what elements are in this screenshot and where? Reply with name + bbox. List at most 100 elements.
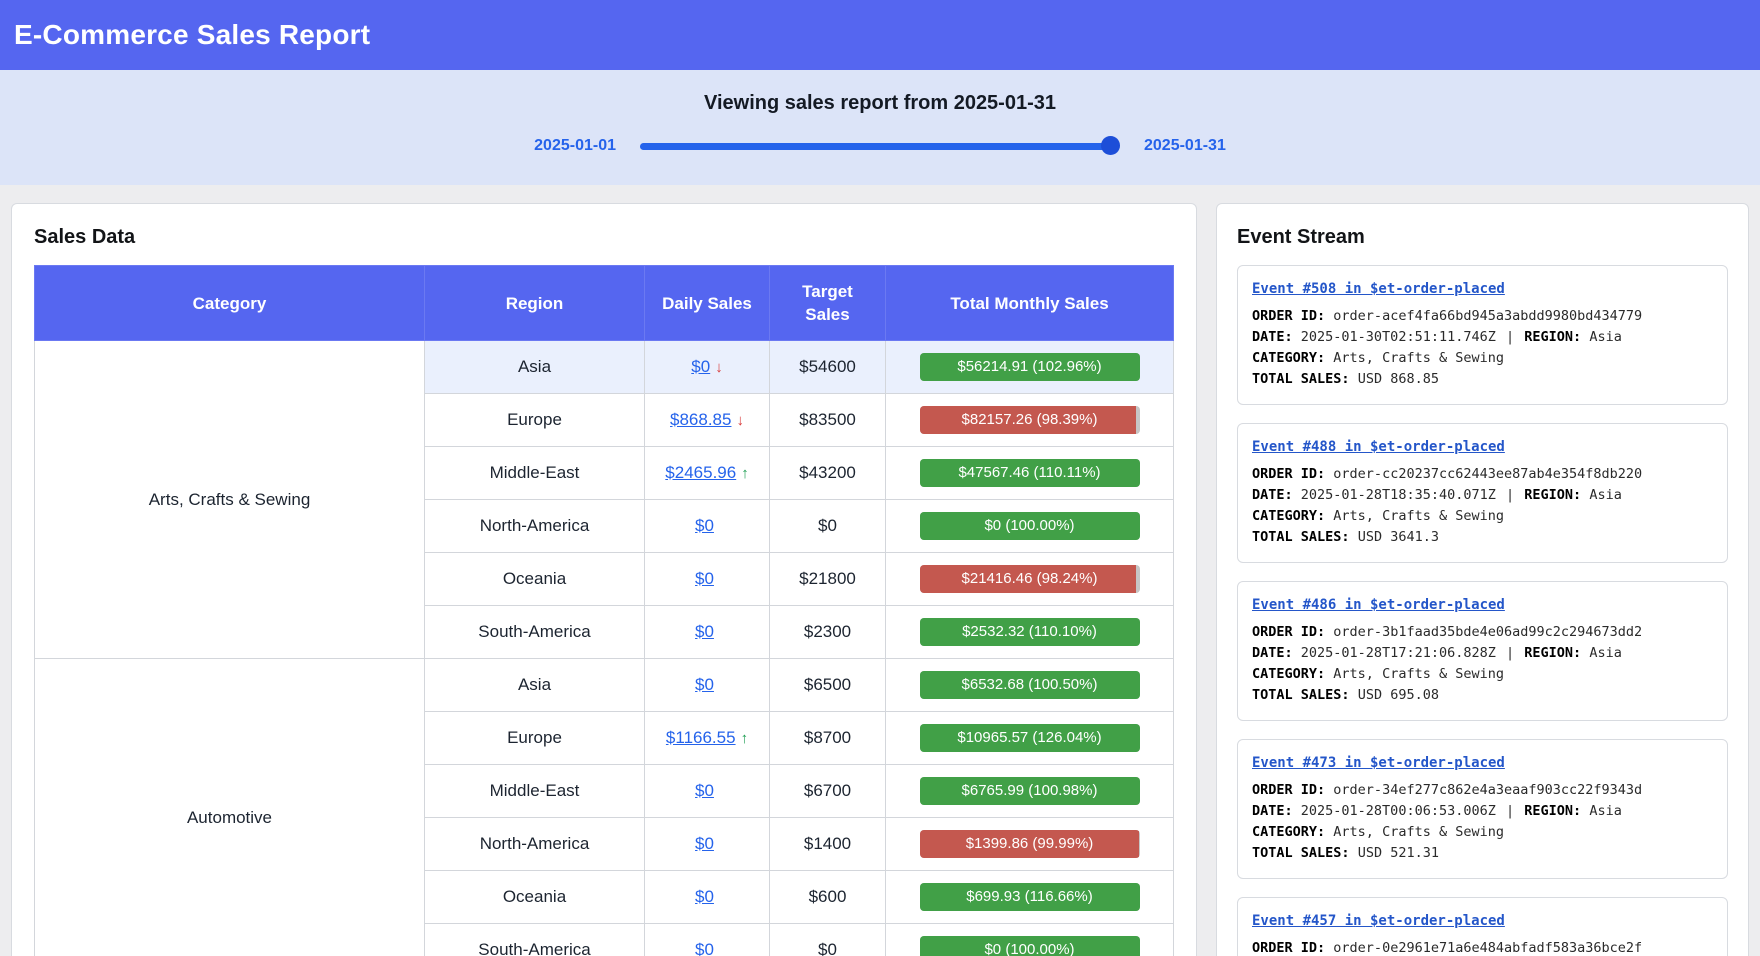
date-slider-fill <box>640 143 1110 150</box>
trend-arrow-icon: ↑ <box>741 730 749 747</box>
target-sales-cell: $43200 <box>770 447 886 500</box>
total-sales-cell: $0 (100.00%) <box>886 500 1174 553</box>
total-sales-cell: $0 (100.00%) <box>886 924 1174 956</box>
daily-sales-link[interactable]: $0 <box>695 834 714 853</box>
event-total-sales: TOTAL SALES: USD 3641.3 <box>1252 527 1713 548</box>
target-sales-cell: $2300 <box>770 606 886 659</box>
daily-sales-link[interactable]: $0 <box>695 781 714 800</box>
event-stream-heading: Event Stream <box>1237 226 1728 249</box>
app-header: E-Commerce Sales Report <box>0 0 1760 70</box>
target-sales-cell: $83500 <box>770 394 886 447</box>
event-card-partial: Event #457 in $et-order-placed ORDER ID:… <box>1237 897 1728 956</box>
daily-sales-link[interactable]: $2465.96 <box>665 463 736 482</box>
daily-sales-link[interactable]: $0 <box>695 675 714 694</box>
badge-label: $0 (100.00%) <box>920 936 1140 956</box>
region-cell: South-America <box>425 924 645 956</box>
col-header-region: Region <box>425 266 645 341</box>
daily-sales-link[interactable]: $0 <box>695 569 714 588</box>
total-sales-cell: $6532.68 (100.50%) <box>886 659 1174 712</box>
event-link[interactable]: Event #457 in $et-order-placed <box>1252 913 1505 929</box>
badge-label: $82157.26 (98.39%) <box>920 406 1140 434</box>
event-card: Event #486 in $et-order-placed ORDER ID:… <box>1237 581 1728 721</box>
daily-sales-cell: $0 <box>645 553 770 606</box>
event-link[interactable]: Event #488 in $et-order-placed <box>1252 439 1505 455</box>
slider-start-label: 2025-01-01 <box>534 137 616 155</box>
event-order-id: ORDER ID: order-0e2961e71a6e484abfadf583… <box>1252 938 1713 956</box>
daily-sales-cell: $868.85↓ <box>645 394 770 447</box>
monthly-sales-badge: $21416.46 (98.24%) <box>920 565 1140 593</box>
daily-sales-link[interactable]: $0 <box>695 516 714 535</box>
monthly-sales-badge: $82157.26 (98.39%) <box>920 406 1140 434</box>
event-date-region: DATE: 2025-01-28T00:06:53.006Z | REGION:… <box>1252 801 1713 822</box>
slider-end-label: 2025-01-31 <box>1144 137 1226 155</box>
daily-sales-cell: $2465.96↑ <box>645 447 770 500</box>
target-sales-cell: $21800 <box>770 553 886 606</box>
daily-sales-cell: $0 <box>645 500 770 553</box>
date-slider-thumb[interactable] <box>1101 136 1120 155</box>
daily-sales-cell: $1166.55 ↑ <box>645 712 770 765</box>
daily-sales-cell: $0 <box>645 606 770 659</box>
region-cell: Middle-East <box>425 765 645 818</box>
region-cell: Oceania <box>425 871 645 924</box>
daily-sales-link[interactable]: $0 <box>695 887 714 906</box>
monthly-sales-badge: $6765.99 (100.98%) <box>920 777 1140 805</box>
target-sales-cell: $6500 <box>770 659 886 712</box>
col-header-daily-sales: Daily Sales <box>645 266 770 341</box>
event-stream-card: Event Stream Event #508 in $et-order-pla… <box>1216 203 1749 956</box>
daily-sales-link[interactable]: $1166.55 <box>666 728 736 747</box>
event-total-sales: TOTAL SALES: USD 521.31 <box>1252 843 1713 864</box>
daily-sales-link[interactable]: $0 <box>695 622 714 641</box>
daily-sales-link[interactable]: $0 <box>691 357 710 376</box>
total-sales-cell: $82157.26 (98.39%) <box>886 394 1174 447</box>
region-cell: Middle-East <box>425 447 645 500</box>
monthly-sales-badge: $1399.86 (99.99%) <box>920 830 1140 858</box>
event-link[interactable]: Event #473 in $et-order-placed <box>1252 755 1505 771</box>
event-order-id: ORDER ID: order-cc20237cc62443ee87ab4e35… <box>1252 464 1713 485</box>
badge-label: $2532.32 (110.10%) <box>920 618 1140 646</box>
daily-sales-link[interactable]: $868.85 <box>670 410 731 429</box>
region-cell: Europe <box>425 712 645 765</box>
monthly-sales-badge: $56214.91 (102.96%) <box>920 353 1140 381</box>
event-total-sales: TOTAL SALES: USD 695.08 <box>1252 685 1713 706</box>
region-cell: North-America <box>425 500 645 553</box>
monthly-sales-badge: $0 (100.00%) <box>920 936 1140 956</box>
col-header-total-monthly-sales: Total Monthly Sales <box>886 266 1174 341</box>
daily-sales-cell: $0 <box>645 659 770 712</box>
event-link[interactable]: Event #508 in $et-order-placed <box>1252 281 1505 297</box>
total-sales-cell: $6765.99 (100.98%) <box>886 765 1174 818</box>
region-cell: South-America <box>425 606 645 659</box>
date-filter-bar: Viewing sales report from 2025-01-31 202… <box>0 70 1760 185</box>
date-slider[interactable] <box>640 143 1120 150</box>
event-order-id: ORDER ID: order-acef4fa66bd945a3abdd9980… <box>1252 306 1713 327</box>
event-card: Event #488 in $et-order-placed ORDER ID:… <box>1237 423 1728 563</box>
total-sales-cell: $1399.86 (99.99%) <box>886 818 1174 871</box>
event-card: Event #508 in $et-order-placed ORDER ID:… <box>1237 265 1728 405</box>
monthly-sales-badge: $6532.68 (100.50%) <box>920 671 1140 699</box>
table-row: Arts, Crafts & Sewing Asia $0↓ $54600 $5… <box>35 341 1174 394</box>
badge-label: $6532.68 (100.50%) <box>920 671 1140 699</box>
total-sales-cell: $2532.32 (110.10%) <box>886 606 1174 659</box>
monthly-sales-badge: $0 (100.00%) <box>920 512 1140 540</box>
event-date-region: DATE: 2025-01-30T02:51:11.746Z | REGION:… <box>1252 327 1713 348</box>
daily-sales-link[interactable]: $0 <box>695 940 714 956</box>
event-category: CATEGORY: Arts, Crafts & Sewing <box>1252 348 1713 369</box>
badge-label: $699.93 (116.66%) <box>920 883 1140 911</box>
event-date-region: DATE: 2025-01-28T18:35:40.071Z | REGION:… <box>1252 485 1713 506</box>
report-range-title: Viewing sales report from 2025-01-31 <box>0 92 1760 115</box>
daily-sales-cell: $0 ↓ <box>645 341 770 394</box>
region-cell: Asia <box>425 341 645 394</box>
trend-arrow-icon: ↓ <box>715 359 723 376</box>
badge-label: $6765.99 (100.98%) <box>920 777 1140 805</box>
sales-data-heading: Sales Data <box>34 226 1174 249</box>
daily-sales-cell: $0 <box>645 818 770 871</box>
total-sales-cell: $21416.46 (98.24%) <box>886 553 1174 606</box>
category-cell: Arts, Crafts & Sewing <box>35 341 425 659</box>
main-content: Sales Data Category Region Daily Sales T… <box>0 185 1760 956</box>
event-link[interactable]: Event #486 in $et-order-placed <box>1252 597 1505 613</box>
target-sales-cell: $0 <box>770 500 886 553</box>
table-row: Automotive Asia $0 $6500 $6532.68 (100.5… <box>35 659 1174 712</box>
total-sales-cell: $699.93 (116.66%) <box>886 871 1174 924</box>
target-sales-cell: $6700 <box>770 765 886 818</box>
col-header-category: Category <box>35 266 425 341</box>
date-slider-row: 2025-01-01 2025-01-31 <box>0 137 1760 155</box>
